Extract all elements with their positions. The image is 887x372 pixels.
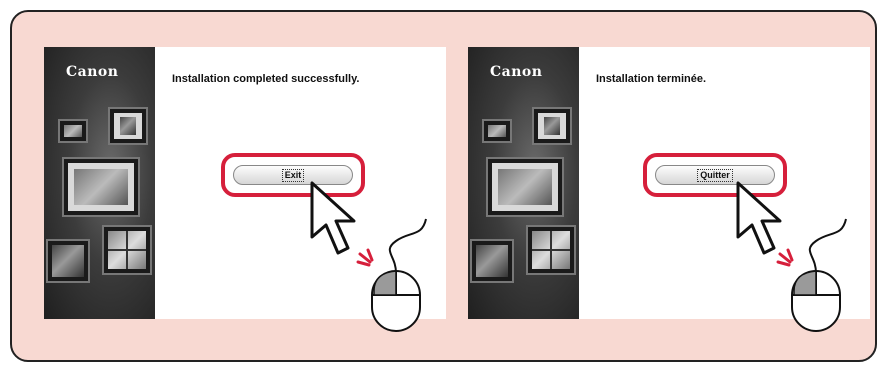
mouse-icon <box>371 218 427 332</box>
photo-frame-group <box>470 239 514 283</box>
photo-sidebar: Canon <box>468 47 579 319</box>
photo-frame-small <box>58 119 88 143</box>
click-spark-icon <box>776 248 794 267</box>
quit-button-label: Quitter <box>697 168 733 182</box>
photo-frame-family <box>486 157 564 217</box>
photo-frame-family <box>62 157 140 217</box>
status-message: Installation completed successfully. <box>172 73 360 85</box>
photo-frame-portrait <box>108 107 148 145</box>
click-spark-icon <box>356 248 374 267</box>
photo-frame-group <box>46 239 90 283</box>
canon-logo: Canon <box>490 64 543 80</box>
photo-frame-collage <box>102 225 152 275</box>
photo-frame-small <box>482 119 512 143</box>
canon-logo: Canon <box>66 64 119 80</box>
photo-frame-portrait <box>532 107 572 145</box>
mouse-icon <box>791 218 847 332</box>
status-message: Installation terminée. <box>596 73 707 85</box>
photo-frame-collage <box>526 225 576 275</box>
exit-button-label: Exit <box>281 168 305 182</box>
photo-sidebar: Canon <box>44 47 155 319</box>
